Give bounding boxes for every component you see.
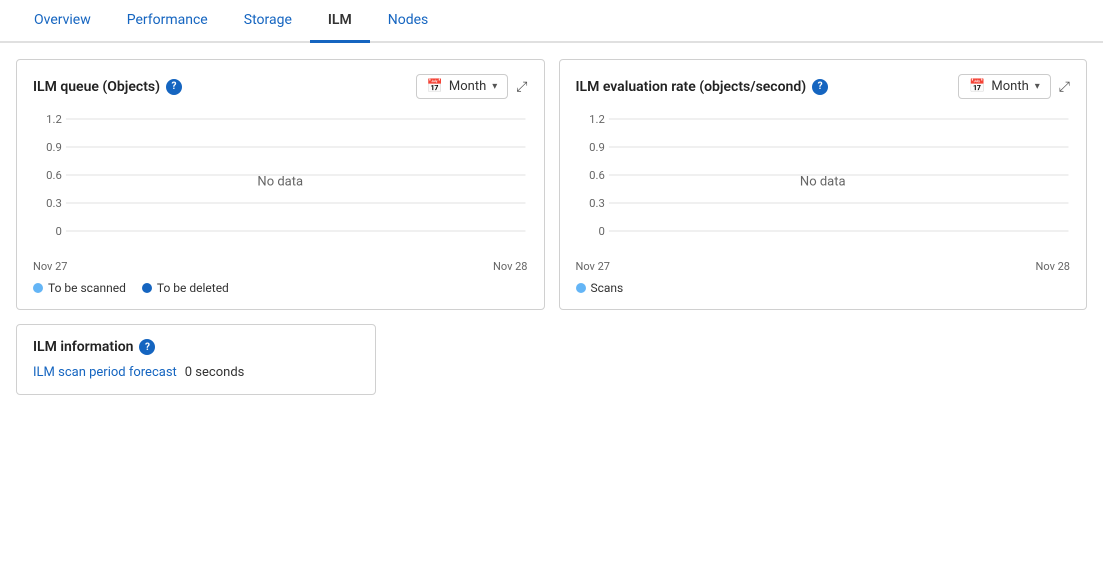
- ilm-queue-card: ILM queue (Objects) ? 📅 Month ▾ ⤢: [16, 59, 545, 310]
- ilm-scan-period-value: 0 seconds: [185, 365, 245, 380]
- expand-icon-2[interactable]: ⤢: [1059, 79, 1070, 95]
- ilm-queue-month-select[interactable]: 📅 Month ▾: [416, 74, 509, 99]
- ilm-information-card: ILM information ? ILM scan period foreca…: [16, 324, 376, 395]
- ilm-scan-period-row: ILM scan period forecast 0 seconds: [33, 365, 359, 380]
- ilm-queue-x-end: Nov 28: [493, 260, 527, 273]
- ilm-queue-legend: To be scanned To be deleted: [33, 281, 528, 295]
- svg-text:0.6: 0.6: [589, 169, 605, 182]
- ilm-eval-rate-help-icon[interactable]: ?: [812, 79, 828, 95]
- ilm-queue-header: ILM queue (Objects) ? 📅 Month ▾ ⤢: [33, 74, 528, 99]
- ilm-eval-rate-month-label: Month: [991, 79, 1028, 94]
- ilm-info-section: ILM scan period forecast 0 seconds: [33, 365, 359, 380]
- ilm-queue-chart: 1.2 0.9 0.6 0.3 0 No data: [33, 109, 528, 254]
- tab-bar: Overview Performance Storage ILM Nodes: [0, 0, 1103, 43]
- expand-icon[interactable]: ⤢: [516, 79, 527, 95]
- svg-text:1.2: 1.2: [46, 113, 62, 126]
- legend-dot-deleted: [142, 283, 152, 293]
- legend-label-scanned: To be scanned: [48, 281, 126, 295]
- chevron-down-icon: ▾: [492, 81, 497, 92]
- ilm-eval-rate-card: ILM evaluation rate (objects/second) ? 📅…: [559, 59, 1088, 310]
- ilm-eval-rate-header: ILM evaluation rate (objects/second) ? 📅…: [576, 74, 1071, 99]
- svg-text:0.9: 0.9: [46, 141, 62, 154]
- legend-dot-scanned: [33, 283, 43, 293]
- legend-dot-scans: [576, 283, 586, 293]
- ilm-eval-rate-chart: 1.2 0.9 0.6 0.3 0 No data: [576, 109, 1071, 254]
- bottom-row: ILM information ? ILM scan period foreca…: [16, 324, 1087, 395]
- ilm-eval-rate-title-group: ILM evaluation rate (objects/second) ?: [576, 79, 829, 95]
- tab-nodes[interactable]: Nodes: [370, 0, 447, 43]
- tab-performance[interactable]: Performance: [109, 0, 226, 43]
- svg-text:0.3: 0.3: [589, 197, 605, 210]
- svg-text:0: 0: [598, 225, 604, 238]
- ilm-queue-month-label: Month: [449, 79, 486, 94]
- ilm-queue-controls: 📅 Month ▾ ⤢: [416, 74, 528, 99]
- main-content: ILM queue (Objects) ? 📅 Month ▾ ⤢: [0, 43, 1103, 580]
- svg-text:0: 0: [55, 225, 61, 238]
- svg-text:0.6: 0.6: [46, 169, 62, 182]
- legend-scans: Scans: [576, 281, 624, 295]
- ilm-scan-period-link[interactable]: ILM scan period forecast: [33, 365, 177, 380]
- legend-to-be-deleted: To be deleted: [142, 281, 229, 295]
- ilm-queue-x-labels: Nov 27 Nov 28: [33, 260, 528, 273]
- ilm-eval-rate-x-labels: Nov 27 Nov 28: [576, 260, 1071, 273]
- ilm-information-title-group: ILM information ?: [33, 339, 155, 355]
- tab-storage[interactable]: Storage: [226, 0, 310, 43]
- ilm-eval-rate-month-select[interactable]: 📅 Month ▾: [958, 74, 1051, 99]
- ilm-eval-rate-x-end: Nov 28: [1036, 260, 1070, 273]
- ilm-information-title: ILM information: [33, 339, 133, 355]
- tab-ilm[interactable]: ILM: [310, 0, 370, 43]
- legend-to-be-scanned: To be scanned: [33, 281, 126, 295]
- tab-overview[interactable]: Overview: [16, 0, 109, 43]
- ilm-queue-title: ILM queue (Objects): [33, 79, 160, 95]
- calendar-icon: 📅: [427, 79, 443, 94]
- top-row: ILM queue (Objects) ? 📅 Month ▾ ⤢: [16, 59, 1087, 310]
- ilm-eval-rate-x-start: Nov 27: [576, 260, 610, 273]
- ilm-information-header: ILM information ?: [33, 339, 359, 355]
- legend-label-deleted: To be deleted: [157, 281, 229, 295]
- ilm-eval-rate-no-data: No data: [800, 174, 846, 189]
- ilm-queue-help-icon[interactable]: ?: [166, 79, 182, 95]
- ilm-eval-rate-controls: 📅 Month ▾ ⤢: [958, 74, 1070, 99]
- chevron-down-icon-2: ▾: [1035, 81, 1040, 92]
- calendar-icon-2: 📅: [969, 79, 985, 94]
- ilm-information-help-icon[interactable]: ?: [139, 339, 155, 355]
- svg-text:0.9: 0.9: [589, 141, 605, 154]
- ilm-eval-rate-title: ILM evaluation rate (objects/second): [576, 79, 807, 95]
- ilm-queue-no-data: No data: [257, 174, 303, 189]
- legend-label-scans: Scans: [591, 281, 624, 295]
- ilm-queue-x-start: Nov 27: [33, 260, 67, 273]
- ilm-queue-title-group: ILM queue (Objects) ?: [33, 79, 182, 95]
- ilm-eval-rate-legend: Scans: [576, 281, 1071, 295]
- svg-text:0.3: 0.3: [46, 197, 62, 210]
- svg-text:1.2: 1.2: [589, 113, 605, 126]
